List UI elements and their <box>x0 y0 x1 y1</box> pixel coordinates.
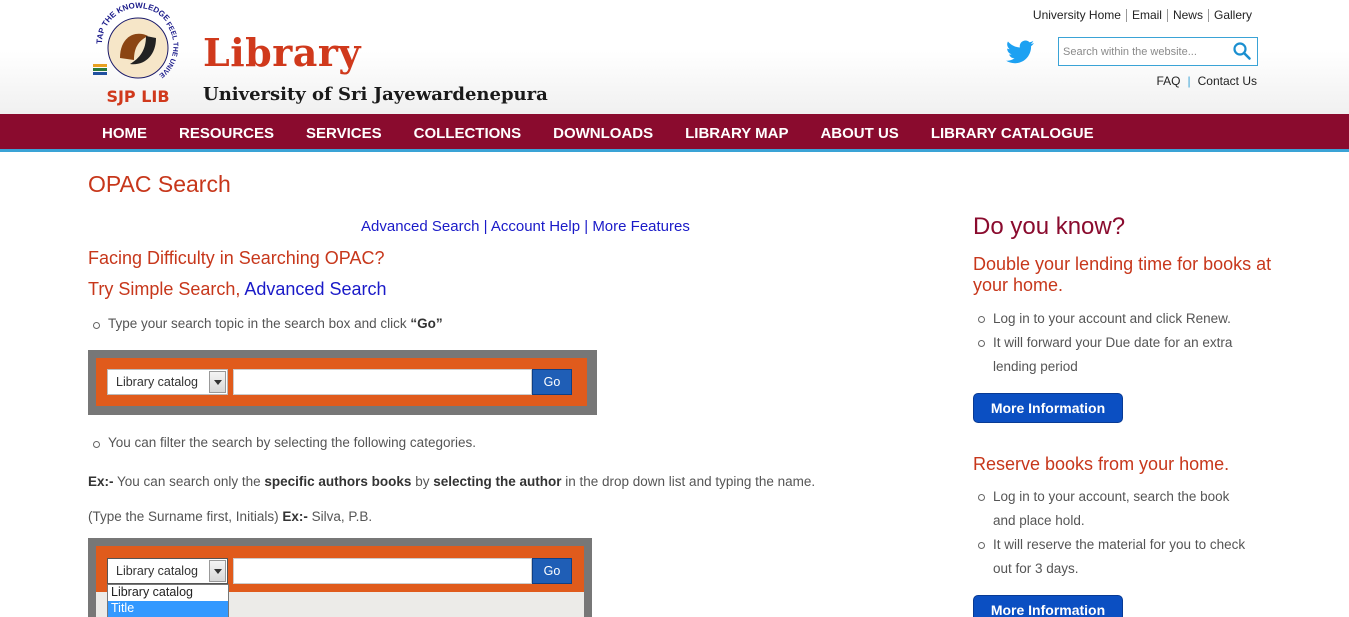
advanced-search-heading-link[interactable]: Advanced Search <box>244 279 386 299</box>
faq-links: FAQ | Contact Us <box>1157 74 1258 88</box>
example-label: Ex:- <box>88 474 114 489</box>
lending-bullet: It will forward your Due date for an ext… <box>978 331 1253 379</box>
contact-link[interactable]: Contact Us <box>1198 74 1257 88</box>
account-help-link[interactable]: Account Help <box>491 218 580 235</box>
example-bold: selecting the author <box>433 474 562 489</box>
chevron-down-icon <box>209 371 226 393</box>
try-heading-text: Try Simple Search, <box>88 279 245 299</box>
site-title[interactable]: Library <box>203 30 361 75</box>
sidebar-heading: Do you know? <box>973 213 1126 240</box>
link-separator: | <box>584 218 589 235</box>
faq-link[interactable]: FAQ <box>1157 74 1181 88</box>
faq-separator: | <box>1187 74 1191 88</box>
nav-resources[interactable]: RESOURCES <box>163 114 290 152</box>
top-links: University Home Email News Gallery <box>1028 9 1257 22</box>
example-text: (Type the Surname first, Initials) <box>88 509 283 524</box>
bullet-go-bold: “Go” <box>410 316 443 331</box>
reserve-bullet: It will reserve the material for you to … <box>978 533 1253 581</box>
example-authors: Ex:- You can search only the specific au… <box>88 474 815 489</box>
nav-collections[interactable]: COLLECTIONS <box>398 114 538 152</box>
demo-search-field[interactable] <box>233 558 532 584</box>
example-text: in the drop down list and typing the nam… <box>561 474 816 489</box>
bullet-text: Type your search topic in the search box… <box>108 316 411 331</box>
instruction-bullet-go: Type your search topic in the search box… <box>93 316 443 331</box>
nav-about-us[interactable]: ABOUT US <box>804 114 914 152</box>
demo-catalog-select[interactable]: Library catalog <box>107 558 228 584</box>
example-label: Ex:- <box>282 509 308 524</box>
twitter-icon[interactable] <box>1006 40 1034 64</box>
dropdown-option[interactable]: Library catalog <box>108 585 228 601</box>
main-nav: HOME RESOURCES SERVICES COLLECTIONS DOWN… <box>0 114 1349 152</box>
demo-go-button[interactable]: Go <box>532 558 572 584</box>
nav-library-map[interactable]: LIBRARY MAP <box>669 114 804 152</box>
more-information-button[interactable]: More Information <box>973 393 1123 423</box>
demo-search-panel: Library catalog Go <box>88 350 597 415</box>
demo-select-value: Library catalog <box>116 564 198 578</box>
more-features-link[interactable]: More Features <box>592 218 690 235</box>
lending-bullet: Log in to your account and click Renew. <box>978 307 1253 331</box>
opac-links: Advanced Search | Account Help | More Fe… <box>361 218 690 235</box>
demo-search-field[interactable] <box>233 369 532 395</box>
site-subtitle: University of Sri Jayewardenepura <box>203 84 548 105</box>
nav-services[interactable]: SERVICES <box>290 114 398 152</box>
nav-library-catalogue[interactable]: LIBRARY CATALOGUE <box>915 114 1110 152</box>
example-bold: specific authors books <box>264 474 412 489</box>
reserve-heading: Reserve books from your home. <box>973 454 1230 474</box>
site-header: TAP THE KNOWLEDGE FEEL THE UNIVERSE SJP … <box>0 0 1349 114</box>
example-text: by <box>411 474 434 489</box>
difficulty-heading: Facing Difficulty in Searching OPAC? <box>88 248 385 268</box>
search-icon[interactable] <box>1232 41 1252 61</box>
reserve-bullet: Log in to your account, search the book … <box>978 485 1253 533</box>
site-search-input[interactable] <box>1063 44 1223 60</box>
example-surname: (Type the Surname first, Initials) Ex:- … <box>88 509 372 524</box>
demo-go-button[interactable]: Go <box>532 369 572 395</box>
link-separator: | <box>483 218 488 235</box>
top-link-news[interactable]: News <box>1166 9 1208 22</box>
top-link-university-home[interactable]: University Home <box>1028 9 1126 22</box>
site-search-box <box>1058 37 1258 66</box>
nav-downloads[interactable]: DOWNLOADS <box>537 114 669 152</box>
example-text: You can search only the <box>113 474 265 489</box>
demo-catalog-select[interactable]: Library catalog <box>107 369 228 395</box>
lending-heading: Double your lending time for books at yo… <box>973 254 1272 295</box>
nav-home[interactable]: HOME <box>86 114 163 152</box>
demo-search-panel-dropdown: Library catalog Go Library catalog Title <box>88 538 592 617</box>
top-link-gallery[interactable]: Gallery <box>1207 9 1257 22</box>
top-link-email[interactable]: Email <box>1125 9 1167 22</box>
dropdown-option-selected[interactable]: Title <box>108 601 228 617</box>
instruction-bullet-filter: You can filter the search by selecting t… <box>93 435 476 450</box>
try-heading: Try Simple Search, Advanced Search <box>88 279 386 300</box>
chevron-down-icon <box>209 560 226 582</box>
example-text: Silva, P.B. <box>307 509 373 524</box>
demo-select-value: Library catalog <box>116 375 198 389</box>
demo-dropdown-list: Library catalog Title <box>107 584 229 617</box>
more-information-button[interactable]: More Information <box>973 595 1123 617</box>
advanced-search-link[interactable]: Advanced Search <box>361 218 479 235</box>
page-title: OPAC Search <box>88 171 231 197</box>
library-logo[interactable]: TAP THE KNOWLEDGE FEEL THE UNIVERSE SJP … <box>90 2 186 106</box>
logo-bottom-text: SJP LIB <box>106 87 169 106</box>
